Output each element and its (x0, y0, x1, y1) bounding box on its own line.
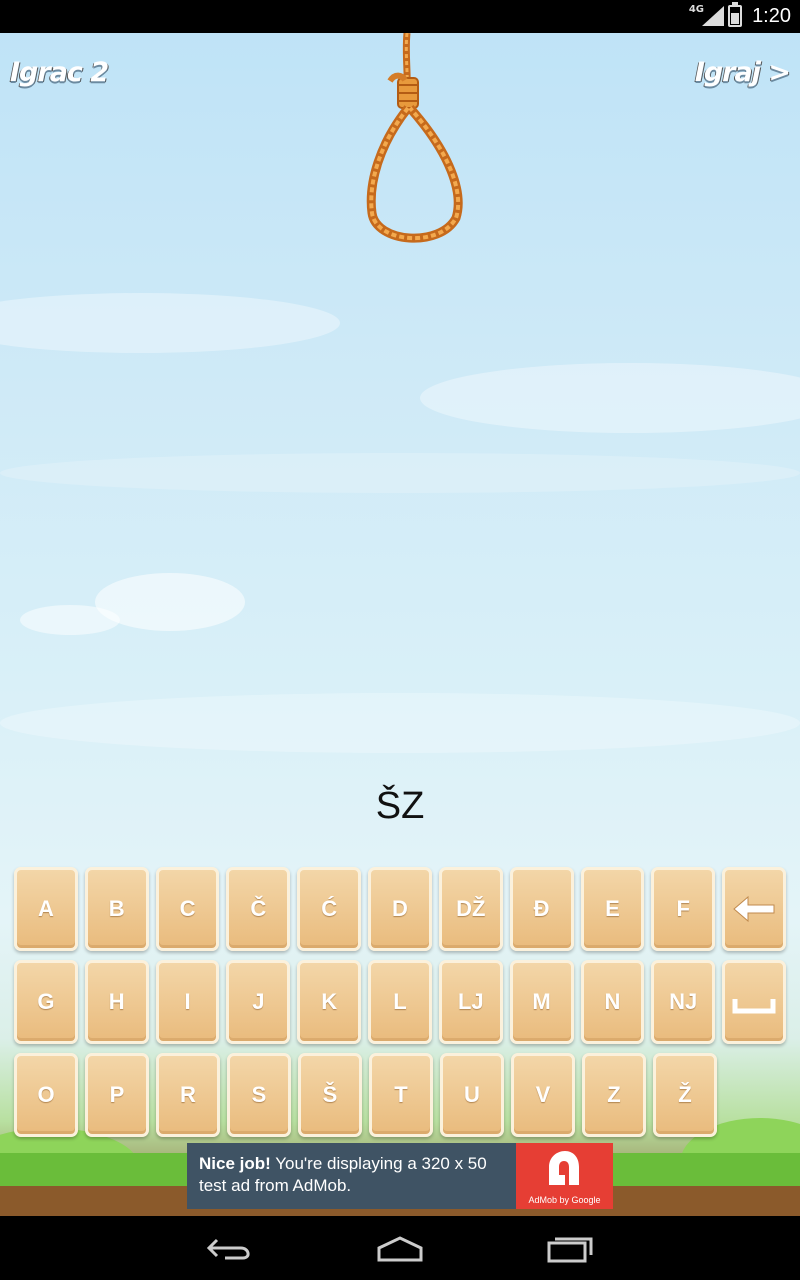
key-z[interactable]: Z (582, 1053, 646, 1137)
key-g[interactable]: G (14, 960, 78, 1044)
key-e[interactable]: E (580, 867, 645, 951)
admob-logo-icon (549, 1151, 579, 1185)
keyboard-row-3: O P R S Š T U V Z Ž (14, 1053, 786, 1137)
key-dz[interactable]: DŽ (438, 867, 503, 951)
key-p[interactable]: P (85, 1053, 149, 1137)
recents-icon[interactable] (545, 1234, 595, 1264)
key-m[interactable]: M (509, 960, 574, 1044)
ad-headline: Nice job! (199, 1154, 271, 1173)
key-v[interactable]: V (511, 1053, 575, 1137)
key-d[interactable]: D (368, 867, 432, 951)
cloud (0, 693, 800, 753)
navigation-bar (0, 1216, 800, 1280)
backspace-key[interactable] (722, 867, 786, 951)
key-f[interactable]: F (651, 867, 716, 951)
guess-word: ŠZ (375, 785, 425, 827)
key-r[interactable]: R (156, 1053, 220, 1137)
admob-logo: AdMob by Google (516, 1143, 613, 1209)
key-s-caron[interactable]: Š (298, 1053, 362, 1137)
key-c[interactable]: C (155, 867, 220, 951)
key-c-acute[interactable]: Ć (297, 867, 362, 951)
space-bar-icon (732, 999, 776, 1014)
keyboard-row-2: G H I J K L LJ M N NJ (14, 960, 786, 1044)
key-h[interactable]: H (84, 960, 149, 1044)
arrow-left-icon (733, 895, 775, 923)
status-bar: 4G 1:20 (0, 0, 800, 33)
keyboard-row-1: A B C Č Ć D DŽ Đ E F (14, 867, 786, 951)
key-j[interactable]: J (226, 960, 291, 1044)
letter-keyboard: A B C Č Ć D DŽ Đ E F G H I J K L LJ M N (14, 867, 786, 1146)
key-b[interactable]: B (84, 867, 149, 951)
key-s[interactable]: S (227, 1053, 291, 1137)
back-icon[interactable] (205, 1234, 255, 1264)
key-l[interactable]: L (368, 960, 432, 1044)
clock: 1:20 (752, 5, 791, 27)
key-o[interactable]: O (14, 1053, 78, 1137)
key-n[interactable]: N (580, 960, 645, 1044)
ad-banner[interactable]: Nice job! You're displaying a 320 x 50 t… (187, 1143, 613, 1209)
key-c-caron[interactable]: Č (226, 867, 291, 951)
home-icon[interactable] (375, 1234, 425, 1264)
battery-icon (728, 2, 742, 27)
key-i[interactable]: I (155, 960, 220, 1044)
cloud (0, 453, 800, 493)
key-t[interactable]: T (369, 1053, 433, 1137)
key-u[interactable]: U (440, 1053, 504, 1137)
noose-icon (366, 33, 463, 243)
cloud (20, 605, 120, 635)
player-label: Igrac 2 (10, 57, 109, 88)
key-k[interactable]: K (297, 960, 362, 1044)
space-key[interactable] (722, 960, 786, 1044)
ad-text: Nice job! You're displaying a 320 x 50 t… (187, 1143, 516, 1209)
signal-icon (702, 6, 724, 26)
key-lj[interactable]: LJ (438, 960, 503, 1044)
key-dj[interactable]: Đ (509, 867, 574, 951)
admob-caption: AdMob by Google (528, 1195, 601, 1205)
game-area: Igrac 2 Igraj > ŠZ A B C Č Ć D DŽ Đ E F (0, 33, 800, 1216)
key-z-caron[interactable]: Ž (653, 1053, 717, 1137)
key-a[interactable]: A (14, 867, 78, 951)
cloud (420, 363, 800, 433)
play-button[interactable]: Igraj > (695, 57, 791, 88)
key-nj[interactable]: NJ (651, 960, 716, 1044)
cloud (0, 293, 340, 353)
